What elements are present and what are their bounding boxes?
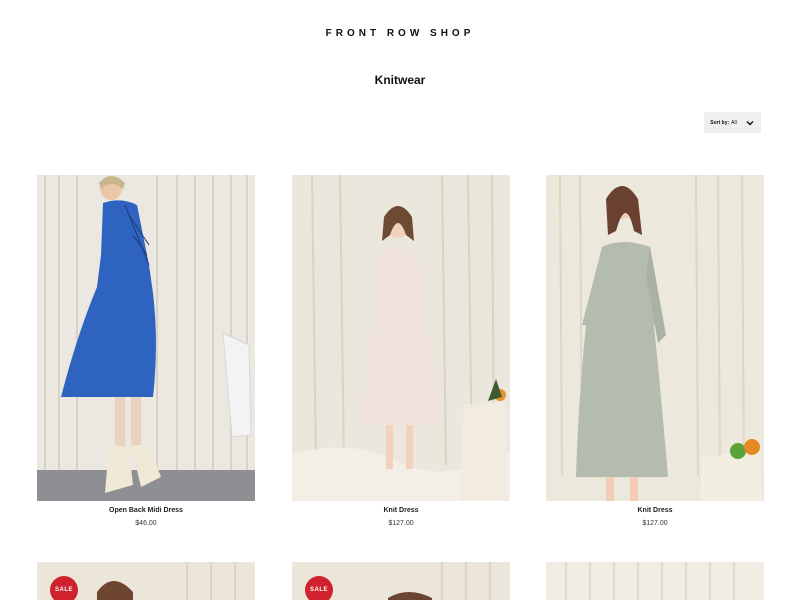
- sort-value: All: [731, 119, 737, 126]
- product-price: $127.00: [642, 520, 668, 527]
- product-image[interactable]: [546, 175, 764, 501]
- product-card[interactable]: SALE: [37, 562, 255, 600]
- product-name[interactable]: Knit Dress: [292, 507, 510, 514]
- product-name[interactable]: Knit Dress: [546, 507, 764, 514]
- product-card[interactable]: [546, 562, 764, 600]
- product-image[interactable]: [546, 562, 764, 600]
- chevron-down-icon: [746, 120, 754, 125]
- product-price: $127.00: [388, 520, 414, 527]
- sort-label: Sort by:: [710, 119, 730, 126]
- product-image[interactable]: [292, 175, 510, 501]
- product-price: $46.00: [135, 520, 157, 527]
- sort-dropdown[interactable]: Sort by: All: [704, 112, 761, 133]
- page-title: Knitwear: [374, 73, 426, 87]
- product-card[interactable]: SALE: [292, 562, 510, 600]
- brand-logo[interactable]: FRONT ROW SHOP: [0, 28, 800, 39]
- sale-badge: SALE: [305, 576, 333, 600]
- product-name[interactable]: Open Back Midi Dress: [37, 507, 255, 514]
- sale-badge: SALE: [50, 576, 78, 600]
- product-image[interactable]: [37, 175, 255, 501]
